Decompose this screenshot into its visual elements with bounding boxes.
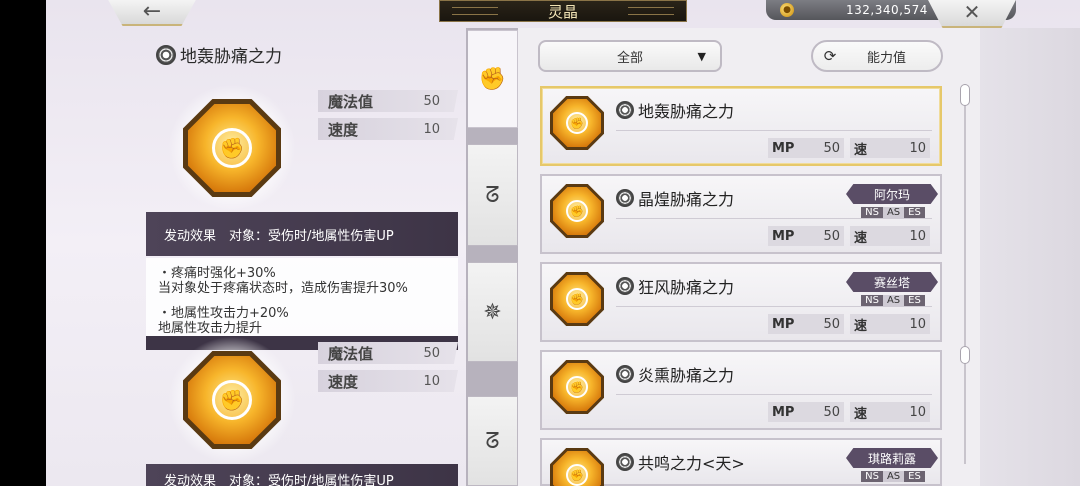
- crystal-thumb: ✊: [550, 96, 608, 154]
- mp-stat: MP 50: [768, 138, 844, 158]
- coin-count: 132,340,574: [846, 3, 928, 17]
- game-screen: ← 灵晶 ● 132,340,574 ✕ 地轰胁痛之力 ✊ 魔法值 50 速度 …: [46, 0, 1080, 486]
- effect-desc: 当对象处于疼痛状态时，造成伤害提升30%: [158, 281, 408, 296]
- seal-icon: [616, 277, 634, 295]
- fist-icon: ✊: [566, 288, 588, 310]
- gold-coin-icon: ●: [780, 3, 794, 17]
- detail-title: 地轰胁痛之力: [156, 42, 282, 67]
- sort-label: 能力值: [867, 50, 907, 66]
- fist-icon: ✊: [478, 66, 507, 92]
- speed-stat: 速 10: [850, 314, 930, 334]
- stat-value: 50: [423, 345, 440, 361]
- category-dropdown[interactable]: 全部 ▼: [538, 40, 722, 72]
- card-name: 共鸣之力<天>: [638, 454, 745, 473]
- crystal-thumb: ✊: [550, 184, 608, 242]
- owner-tag: 阿尔玛: [846, 184, 938, 204]
- crystal-thumb: ✊: [550, 272, 608, 330]
- stat-value: 10: [423, 121, 440, 137]
- tab-wind[interactable]: ᘔ: [468, 144, 518, 246]
- speed-stat: 速 10: [850, 402, 930, 422]
- card-name: 晶煌胁痛之力: [638, 190, 735, 209]
- effect-list: ・疼痛时强化+30% 当对象处于疼痛状态时，造成伤害提升30% ・地属性攻击力+…: [146, 258, 458, 338]
- refresh-icon: ⟳: [823, 47, 837, 65]
- crystal-card[interactable]: ✊ 地轰胁痛之力 MP 50 速 10: [540, 86, 942, 166]
- owner-tag: 琪路莉露: [846, 448, 938, 468]
- stat-value: 50: [423, 93, 440, 109]
- list-scrollbar[interactable]: [960, 84, 970, 464]
- stat-label: 速度: [328, 120, 359, 139]
- wind-swirl-icon: ᘔ: [485, 182, 500, 208]
- detail-crystal-lower: ✊: [168, 336, 296, 464]
- fist-icon: ✊: [566, 200, 588, 222]
- stat-row-speed: 速度 10: [318, 118, 458, 140]
- effect-header: 发动效果 对象：受伤时/地属性伤害UP: [146, 212, 458, 256]
- tier-tag: NS AS ES: [850, 470, 936, 482]
- seal-icon: [616, 189, 634, 207]
- emblem-icon: ✵: [483, 299, 502, 325]
- stat-label: 魔法值: [328, 344, 374, 363]
- crystal-card[interactable]: ✊ 炎熏胁痛之力 MP 50 速 10: [540, 350, 942, 430]
- mp-stat: MP 50: [768, 402, 844, 422]
- effect-line: ・疼痛时强化+30%: [158, 266, 276, 281]
- seal-icon: [616, 365, 634, 383]
- stat-label: 魔法值: [328, 92, 374, 111]
- right-edge-panel: [980, 28, 1080, 486]
- crystal-thumb: ✊: [550, 360, 608, 418]
- fist-icon: ✊: [212, 128, 252, 168]
- scroll-thumb[interactable]: [960, 84, 970, 106]
- close-icon: ✕: [963, 0, 981, 24]
- tab-wind-lower[interactable]: ᘔ: [468, 396, 518, 486]
- sort-button[interactable]: ⟳ 能力值: [811, 40, 943, 72]
- seal-icon: [616, 453, 634, 471]
- fist-icon: ✊: [212, 380, 252, 420]
- detail-crystal: ✊: [168, 84, 296, 212]
- crystal-card[interactable]: ✊ 共鸣之力<天> 琪路莉露 NS AS ES: [540, 438, 942, 486]
- seal-icon: [156, 44, 176, 65]
- tier-tag: NS AS ES: [850, 294, 936, 306]
- wind-swirl-icon: ᘔ: [485, 428, 500, 454]
- screen-title: 灵晶: [547, 2, 578, 21]
- crystal-card[interactable]: ✊ 狂风胁痛之力 赛丝塔 NS AS ES MP 50 速 10: [540, 262, 942, 342]
- detail-name: 地轰胁痛之力: [180, 47, 282, 67]
- scroll-thumb-lower[interactable]: [960, 346, 970, 364]
- stat-label: 速度: [328, 372, 359, 391]
- speed-stat: 速 10: [850, 138, 930, 158]
- top-bar: ← 灵晶 ● 132,340,574 ✕: [46, 0, 1080, 28]
- fist-icon: ✊: [566, 464, 588, 486]
- speed-stat: 速 10: [850, 226, 930, 246]
- crystal-detail-panel: 地轰胁痛之力 ✊ 魔法值 50 速度 10 发动效果 对象：受伤时/地属性伤害U…: [46, 22, 466, 486]
- back-arrow-icon: ←: [142, 0, 162, 24]
- crystal-card[interactable]: ✊ 晶煌胁痛之力 阿尔玛 NS AS ES MP 50 速 10: [540, 174, 942, 254]
- screen-title-plate: 灵晶: [439, 0, 687, 22]
- dropdown-value: 全部: [616, 50, 643, 66]
- tier-tag: NS AS ES: [850, 206, 936, 218]
- fist-icon: ✊: [566, 112, 588, 134]
- stat-row-speed-lower: 速度 10: [318, 370, 458, 392]
- tab-fist[interactable]: ✊: [468, 30, 518, 128]
- stat-value: 10: [423, 373, 440, 389]
- seal-icon: [616, 101, 634, 119]
- chevron-down-icon: ▼: [697, 49, 706, 63]
- owner-tag: 赛丝塔: [846, 272, 938, 292]
- stat-row-mp: 魔法值 50: [318, 90, 458, 112]
- tab-emblem[interactable]: ✵: [468, 262, 518, 362]
- effect-line: ・地属性攻击力+20%: [158, 306, 289, 321]
- stat-row-mp-lower: 魔法值 50: [318, 342, 458, 364]
- close-button[interactable]: ✕: [926, 0, 1018, 28]
- card-name: 狂风胁痛之力: [638, 278, 735, 297]
- fist-icon: ✊: [566, 376, 588, 398]
- title-deco-left: [452, 7, 498, 15]
- card-name: 地轰胁痛之力: [638, 102, 735, 121]
- card-name: 炎熏胁痛之力: [638, 366, 735, 385]
- crystal-thumb: ✊: [550, 448, 608, 486]
- effect-desc: 地属性攻击力提升: [158, 321, 263, 336]
- mp-stat: MP 50: [768, 314, 844, 334]
- mp-stat: MP 50: [768, 226, 844, 246]
- effect-header-lower: 发动效果 对象：受伤时/地属性伤害UP: [146, 464, 458, 486]
- title-deco-right: [628, 7, 674, 15]
